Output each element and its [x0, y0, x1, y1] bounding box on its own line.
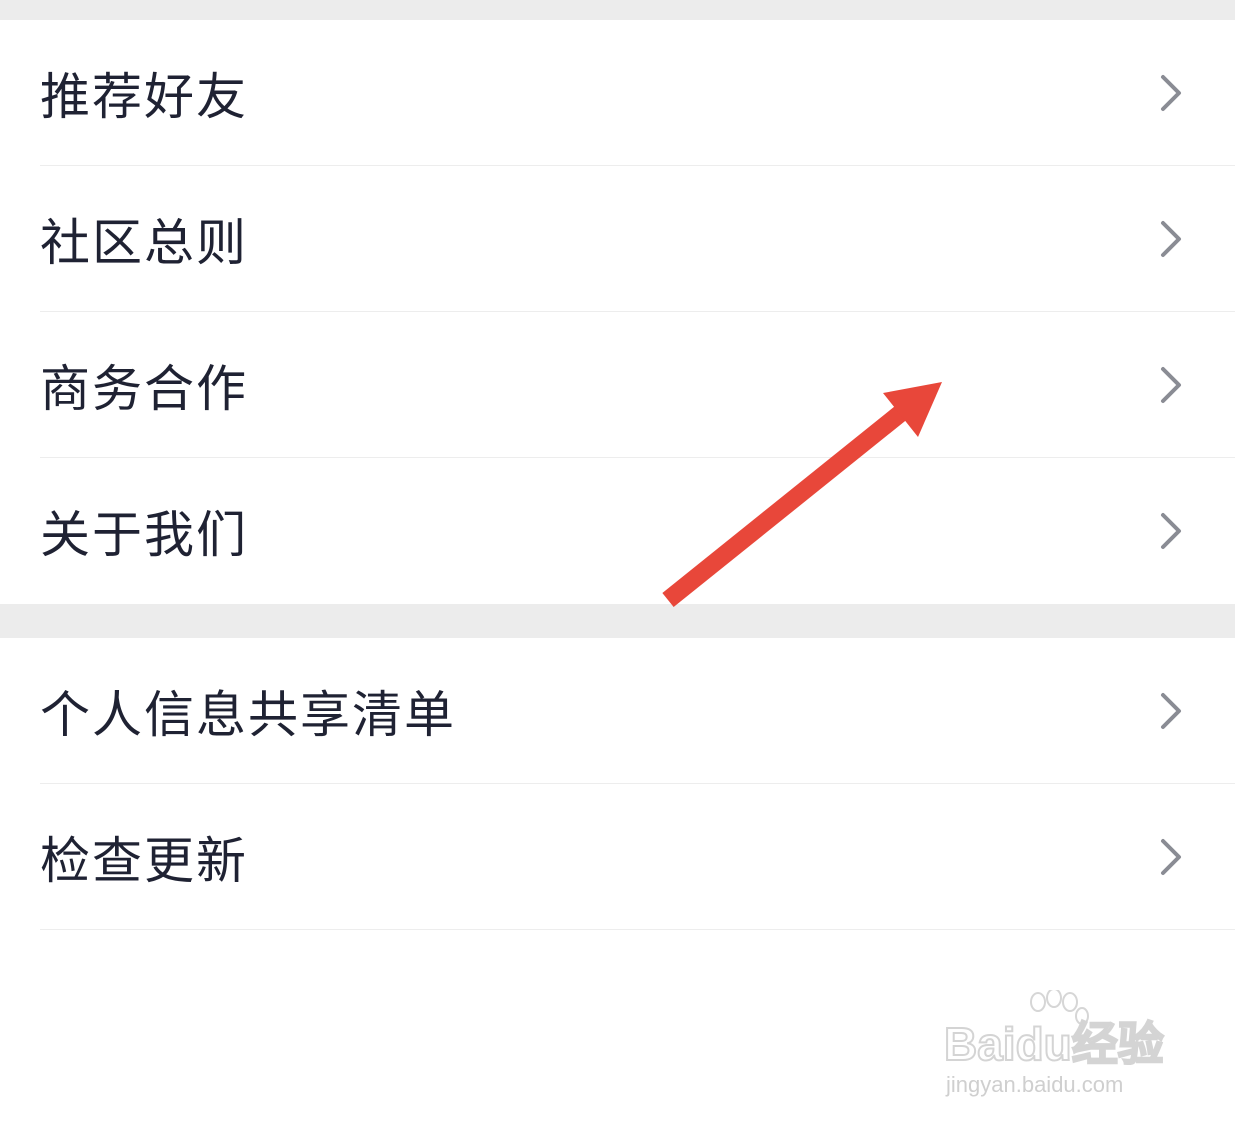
- menu-group-2: 个人信息共享清单 检查更新: [0, 638, 1235, 930]
- menu-item-label: 关于我们: [40, 506, 248, 564]
- section-gap-top: [0, 0, 1235, 20]
- chevron-right-icon: [1161, 75, 1181, 111]
- menu-item-about-us[interactable]: 关于我们: [0, 458, 1235, 604]
- chevron-right-icon: [1161, 693, 1181, 729]
- menu-item-label: 检查更新: [40, 832, 248, 890]
- menu-item-recommend-friends[interactable]: 推荐好友: [0, 20, 1235, 166]
- chevron-right-icon: [1161, 839, 1181, 875]
- menu-item-check-update[interactable]: 检查更新: [0, 784, 1235, 930]
- chevron-right-icon: [1161, 367, 1181, 403]
- chevron-right-icon: [1161, 513, 1181, 549]
- menu-item-label: 推荐好友: [40, 68, 248, 126]
- row-divider: [40, 929, 1235, 930]
- menu-item-label: 社区总则: [40, 214, 248, 272]
- menu-item-label: 商务合作: [40, 360, 248, 418]
- section-gap: [0, 604, 1235, 638]
- menu-item-business-cooperation[interactable]: 商务合作: [0, 312, 1235, 458]
- svg-text:Baidu经验: Baidu经验: [944, 1018, 1164, 1070]
- menu-item-personal-info-sharing-list[interactable]: 个人信息共享清单: [0, 638, 1235, 784]
- baidu-watermark-logo: Baidu经验 jingyan.baidu.com: [943, 990, 1165, 1097]
- menu-item-community-rules[interactable]: 社区总则: [0, 166, 1235, 312]
- svg-text:jingyan.baidu.com: jingyan.baidu.com: [945, 1072, 1123, 1097]
- menu-group-1: 推荐好友 社区总则 商务合作 关于我们: [0, 20, 1235, 604]
- chevron-right-icon: [1161, 221, 1181, 257]
- menu-item-label: 个人信息共享清单: [40, 686, 456, 744]
